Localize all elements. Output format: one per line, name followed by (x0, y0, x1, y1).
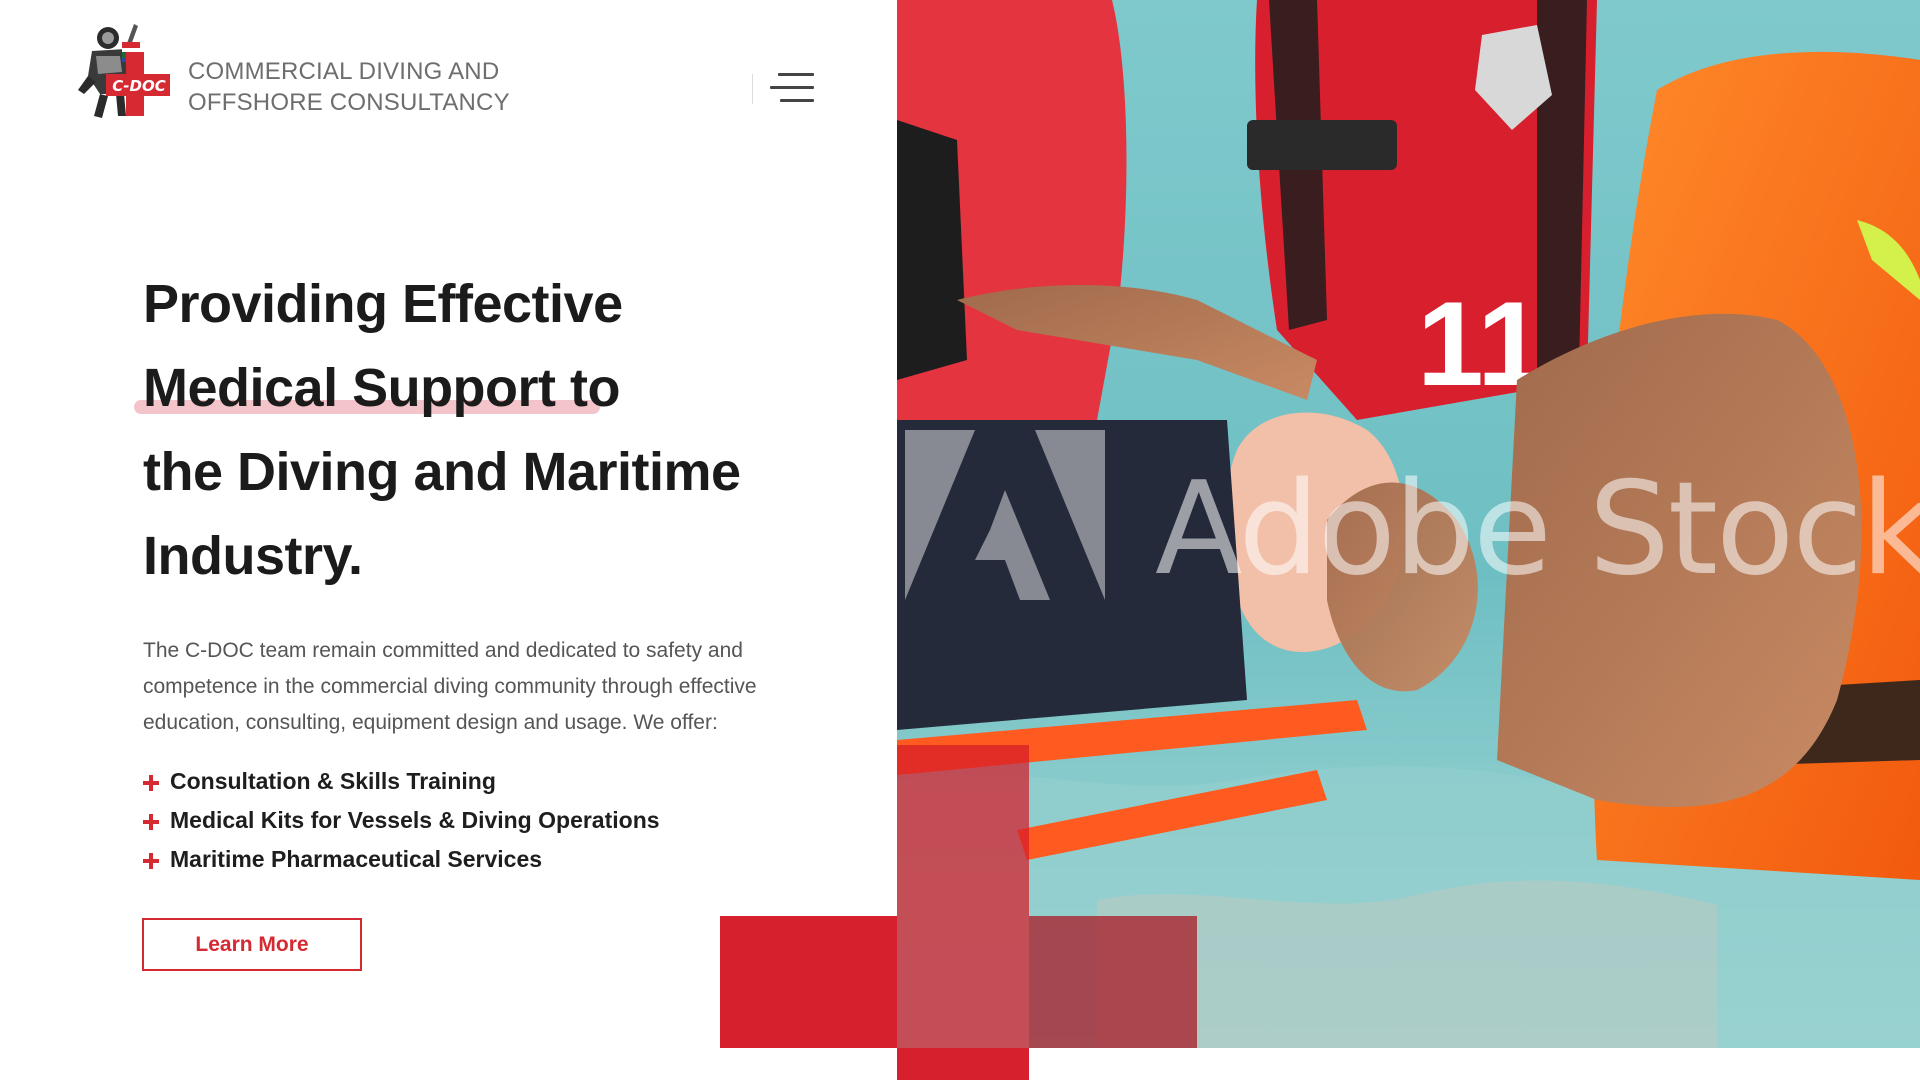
brand-name[interactable]: COMMERCIAL DIVING AND OFFSHORE CONSULTAN… (188, 56, 510, 118)
list-item: Medical Kits for Vessels & Diving Operat… (141, 801, 660, 840)
page-title: Providing Effective Medical Support to t… (143, 262, 803, 598)
service-label: Medical Kits for Vessels & Diving Operat… (170, 807, 660, 833)
stock-watermark: Adobe Stock (1155, 455, 1920, 604)
adobe-watermark-icon (905, 430, 1105, 600)
decorative-red-block (720, 916, 897, 1048)
services-list: Consultation & Skills Training Medical K… (141, 762, 660, 879)
headline-line: Medical Support to (143, 358, 621, 418)
intro-line: education, consulting, equipment design … (143, 711, 718, 734)
c-doc-logo[interactable]: C-DOC (70, 16, 176, 124)
decorative-red-overlay (1029, 916, 1197, 1048)
intro-line: The C-DOC team remain committed and dedi… (143, 639, 743, 662)
learn-more-button[interactable]: Learn More (142, 918, 362, 971)
service-label: Consultation & Skills Training (170, 768, 496, 794)
brand-name-line2: OFFSHORE CONSULTANCY (188, 89, 510, 116)
plus-icon (143, 814, 159, 830)
landing-page: C-DOC COMMERCIAL DIVING AND OFFSHORE CON… (0, 0, 1920, 1080)
menu-button[interactable] (770, 70, 814, 108)
logo-text: C-DOC (112, 77, 165, 95)
intro-paragraph: The C-DOC team remain committed and dedi… (143, 633, 823, 741)
headline-line: the Diving and Maritime (143, 442, 741, 502)
decorative-red-block (897, 1048, 1029, 1080)
list-item: Consultation & Skills Training (141, 762, 660, 801)
plus-icon (143, 853, 159, 869)
decorative-red-overlay (897, 745, 1029, 1048)
list-item: Maritime Pharmaceutical Services (141, 840, 660, 879)
brand-name-line1: COMMERCIAL DIVING AND (188, 58, 500, 85)
header-divider (752, 74, 753, 104)
service-label: Maritime Pharmaceutical Services (170, 846, 543, 872)
intro-line: competence in the commercial diving comm… (143, 675, 757, 698)
headline-line: Industry. (143, 526, 363, 586)
plus-icon (143, 775, 159, 791)
headline-line: Providing Effective (143, 274, 623, 334)
